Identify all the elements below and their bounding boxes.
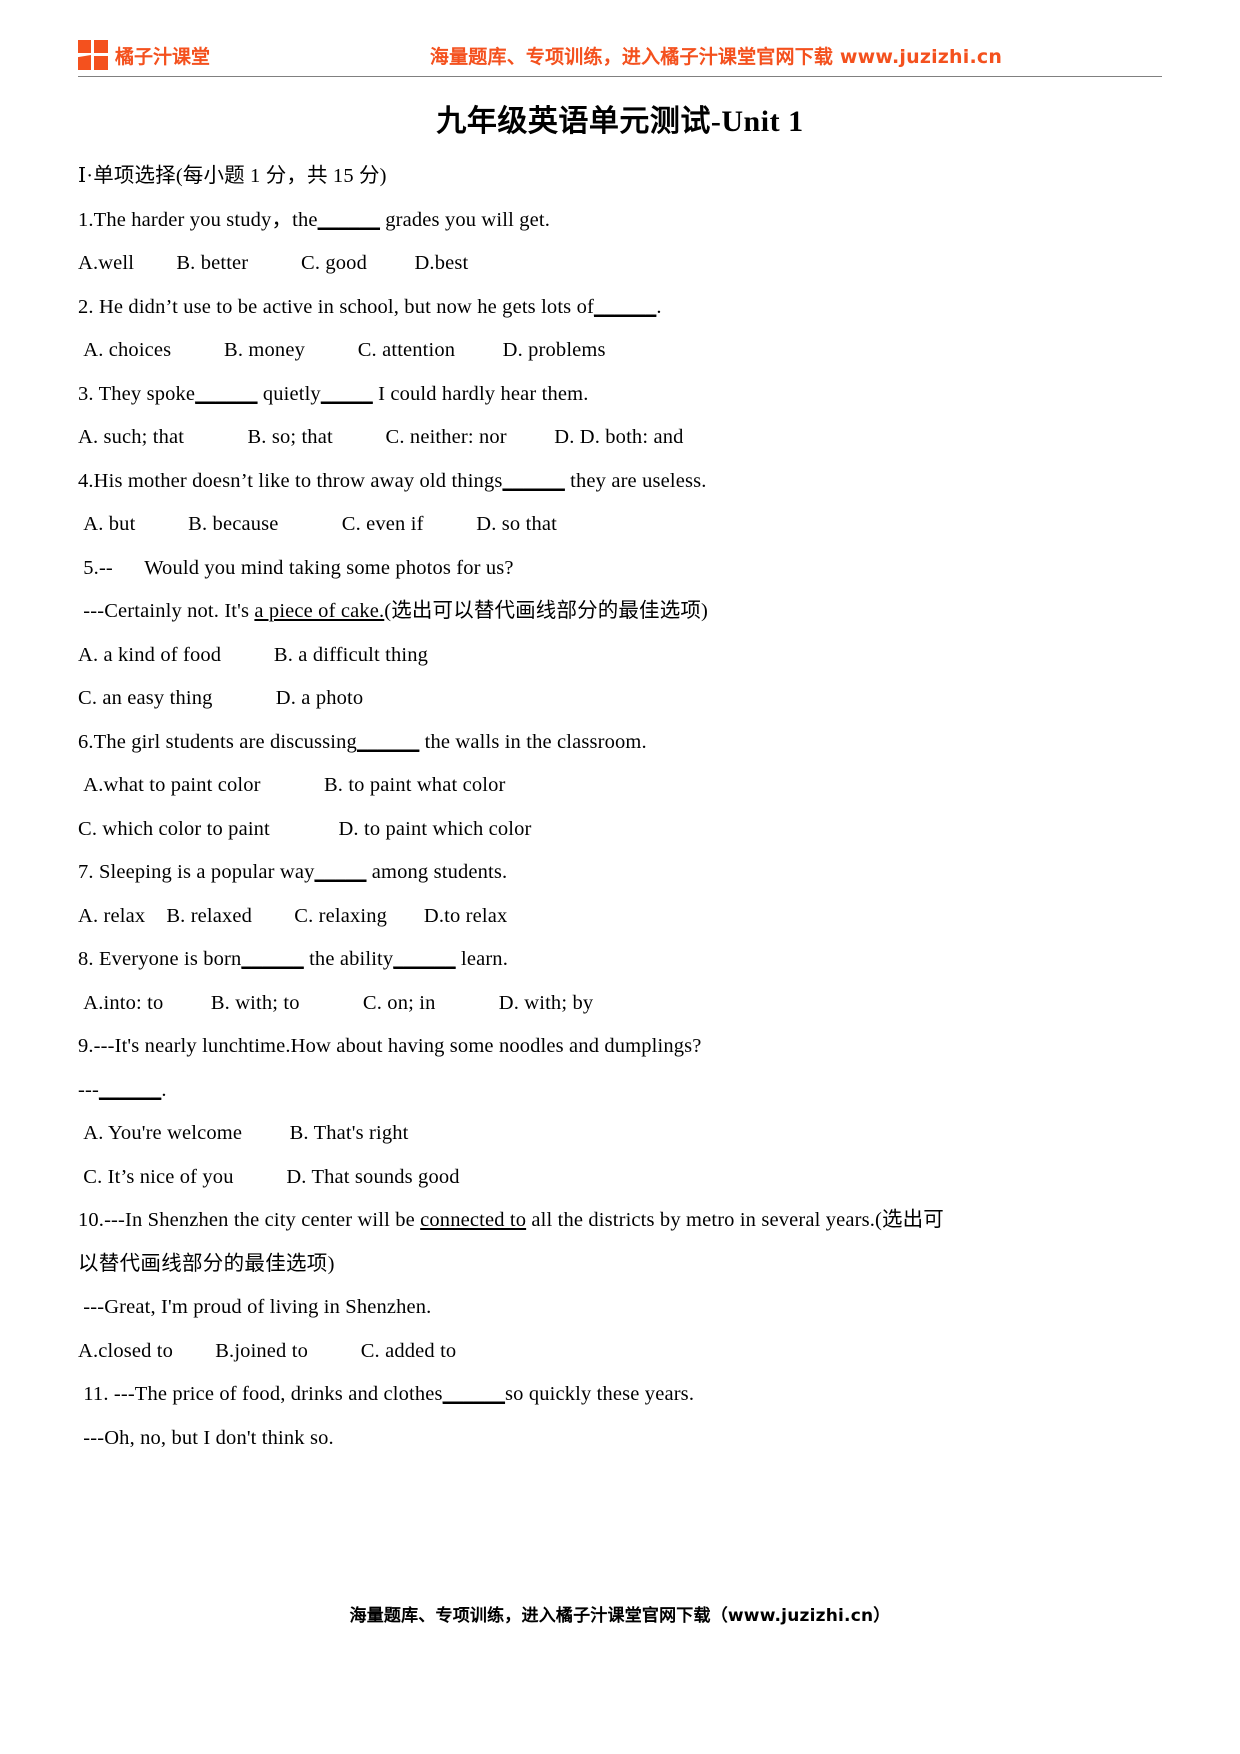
question-stem-5: 5.-- Would you mind taking some photos f… bbox=[78, 556, 514, 579]
question-stem-6: 6.The girl students are discussing______… bbox=[78, 721, 1168, 765]
question-stem-9: 9.---It's nearly lunchtime.How about hav… bbox=[78, 1035, 702, 1057]
q10-stem-pre: 10.---In Shenzhen the city center will b… bbox=[78, 1209, 421, 1231]
question-options-2: A. choices B. money C. attention D. prob… bbox=[78, 339, 606, 361]
q4-stem-pre: 4.His mother doesn’t like to throw away … bbox=[78, 469, 503, 492]
q6-stem-post: the walls in the classroom. bbox=[419, 730, 647, 753]
q8-blank-2: ______ bbox=[393, 948, 456, 970]
q2-stem-post: . bbox=[656, 295, 662, 318]
q5-dialog-pre: ---Certainly not. It's bbox=[78, 600, 255, 622]
q6-blank: ______ bbox=[356, 730, 420, 753]
question-options-9b: C. It’s nice of you D. That sounds good bbox=[78, 1165, 460, 1188]
q6-stem-pre: 6.The girl students are discussing bbox=[78, 730, 357, 753]
question-stem-2: 2. He didn’t use to be active in school,… bbox=[78, 286, 1168, 330]
question-reply-10: ---Great, I'm proud of living in Shenzhe… bbox=[78, 1296, 432, 1318]
header-divider bbox=[78, 76, 1162, 77]
q7-stem-pre: 7. Sleeping is a popular way bbox=[78, 861, 315, 883]
question-stem-10: 10.---In Shenzhen the city center will b… bbox=[78, 1199, 1168, 1243]
q1-blank: ______ bbox=[317, 208, 380, 231]
q8-stem-pre: 8. Everyone is born bbox=[78, 948, 242, 970]
q8-mid: the ability bbox=[303, 948, 394, 970]
q3-blank-1: ______ bbox=[195, 382, 258, 405]
question-stem-11: 11. ---The price of food, drinks and clo… bbox=[78, 1373, 1168, 1417]
q11-stem-post: so quickly these years. bbox=[505, 1383, 695, 1405]
q3-blank-2: _____ bbox=[320, 382, 373, 405]
question-options-6a: A.what to paint color B. to paint what c… bbox=[78, 774, 506, 796]
q3-mid: quietly bbox=[257, 382, 321, 405]
question-options-6b: C. which color to paint D. to paint whic… bbox=[78, 817, 532, 840]
q8-blank-1: ______ bbox=[241, 948, 304, 970]
q1-stem-pre: 1.The harder you study，the bbox=[78, 208, 318, 231]
q10-underlined-phrase: connected to bbox=[420, 1209, 527, 1231]
question-options-9a: A. You're welcome B. That's right bbox=[78, 1122, 409, 1144]
q4-blank: ______ bbox=[502, 469, 565, 492]
question-stem-7: 7. Sleeping is a popular way_____ among … bbox=[78, 851, 1168, 895]
question-options-5a: A. a kind of food B. a difficult thing bbox=[78, 643, 429, 666]
question-stem-10-line2: 以替代画线部分的最佳选项) bbox=[78, 1252, 335, 1275]
question-reply-9: ---______. bbox=[78, 1069, 1168, 1113]
question-stem-8: 8. Everyone is born______ the ability___… bbox=[78, 938, 1168, 982]
question-options-8: A.into: to B. with; to C. on; in D. with… bbox=[78, 991, 594, 1014]
q5-dialog-post: (选出可以替代画线部分的最佳选项) bbox=[384, 600, 708, 622]
q9-reply-pre: --- bbox=[78, 1078, 99, 1101]
question-options-4: A. but B. because C. even if D. so that bbox=[78, 513, 557, 535]
brand-name: 橘子汁课堂 bbox=[115, 45, 211, 68]
question-dialog-5: ---Certainly not. It's a piece of cake.(… bbox=[78, 590, 1168, 634]
question-options-1: A.well B. better C. good D.best bbox=[78, 252, 469, 274]
question-options-3: A. such; that B. so; that C. neither: no… bbox=[78, 426, 684, 448]
q4-stem-post: they are useless. bbox=[564, 469, 707, 492]
page-header: 橘子汁课堂 海量题库、专项训练，进入橘子汁课堂官网下载 www.juzizhi.… bbox=[78, 30, 1162, 80]
question-options-10: A.closed to B.joined to C. added to bbox=[78, 1339, 457, 1362]
header-slogan: 海量题库、专项训练，进入橘子汁课堂官网下载 www.juzizhi.cn bbox=[429, 45, 1003, 68]
question-stem-3: 3. They spoke______ quietly_____ I could… bbox=[78, 373, 1168, 417]
worksheet-page: 橘子汁课堂 海量题库、专项训练，进入橘子汁课堂官网下载 www.juzizhi.… bbox=[0, 0, 1240, 1754]
question-reply-11: ---Oh, no, but I don't think so. bbox=[78, 1426, 334, 1449]
q3-stem-pre: 3. They spoke bbox=[78, 382, 196, 405]
q5-underlined-phrase: a piece of cake. bbox=[254, 600, 385, 622]
q10-stem-post: all the districts by metro in several ye… bbox=[526, 1209, 944, 1231]
q2-stem-pre: 2. He didn’t use to be active in school,… bbox=[78, 295, 594, 318]
q7-blank: _____ bbox=[314, 861, 367, 883]
question-stem-1: 1.The harder you study，the______ grades … bbox=[78, 199, 1168, 243]
question-options-7: A. relax B. relaxed C. relaxing D.to rel… bbox=[78, 904, 508, 927]
four-square-grid-icon bbox=[78, 40, 108, 70]
q8-stem-post: learn. bbox=[455, 948, 508, 970]
q9-reply-post: . bbox=[161, 1078, 167, 1101]
q3-stem-post: I could hardly hear them. bbox=[372, 382, 589, 405]
section-heading: Ⅰ·单项选择(每小题 1 分，共 15 分) bbox=[78, 165, 387, 187]
q11-stem-pre: 11. ---The price of food, drinks and clo… bbox=[78, 1383, 443, 1405]
q11-blank: ______ bbox=[442, 1383, 506, 1405]
question-stem-4: 4.His mother doesn’t like to throw away … bbox=[78, 460, 1168, 504]
question-options-5b: C. an easy thing D. a photo bbox=[78, 687, 364, 709]
page-footer: 海量题库、专项训练，进入橘子汁课堂官网下载（www.juzizhi.cn） bbox=[349, 1606, 891, 1626]
brand: 橘子汁课堂 bbox=[78, 40, 210, 70]
question-body: Ⅰ·单项选择(每小题 1 分，共 15 分) 1.The harder you … bbox=[78, 155, 1168, 1460]
q7-stem-post: among students. bbox=[366, 861, 508, 883]
q9-blank: ______ bbox=[98, 1078, 162, 1101]
q1-stem-post: grades you will get. bbox=[380, 208, 550, 231]
page-title: 九年级英语单元测试-Unit 1 bbox=[436, 105, 804, 138]
q2-blank: ______ bbox=[593, 295, 657, 318]
